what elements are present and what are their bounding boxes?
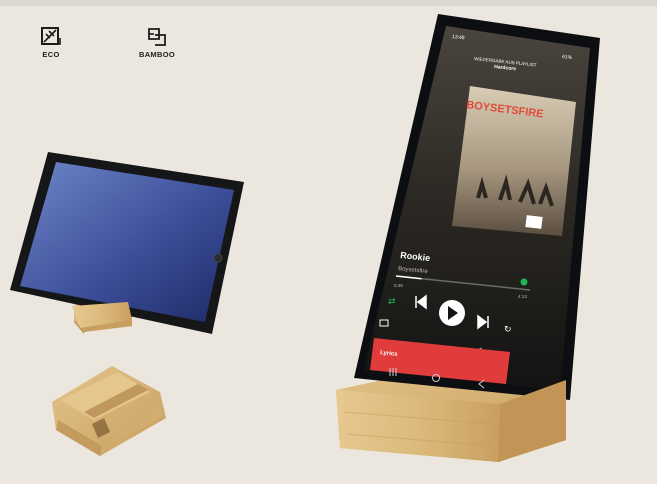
loose-bamboo-stand	[52, 366, 166, 456]
product-photo-scene: ECO BAMBOO BOYSETSFIRE WIEDERGABE AUS PL…	[0, 0, 657, 484]
product-illustration: BOYSETSFIRE WIEDERGABE AUS PLAYLIST Hard…	[10, 14, 600, 462]
shuffle-icon[interactable]: ⇄	[388, 296, 396, 306]
repeat-icon[interactable]: ↻	[504, 324, 512, 334]
status-battery: 61%	[562, 54, 573, 61]
heart-icon[interactable]	[520, 278, 528, 286]
time-elapsed: 0:48	[394, 283, 403, 288]
time-total: 4:13	[518, 294, 527, 299]
phone-on-stand: BOYSETSFIRE WIEDERGABE AUS PLAYLIST Hard…	[336, 14, 600, 462]
tablet-on-stand	[10, 152, 244, 334]
